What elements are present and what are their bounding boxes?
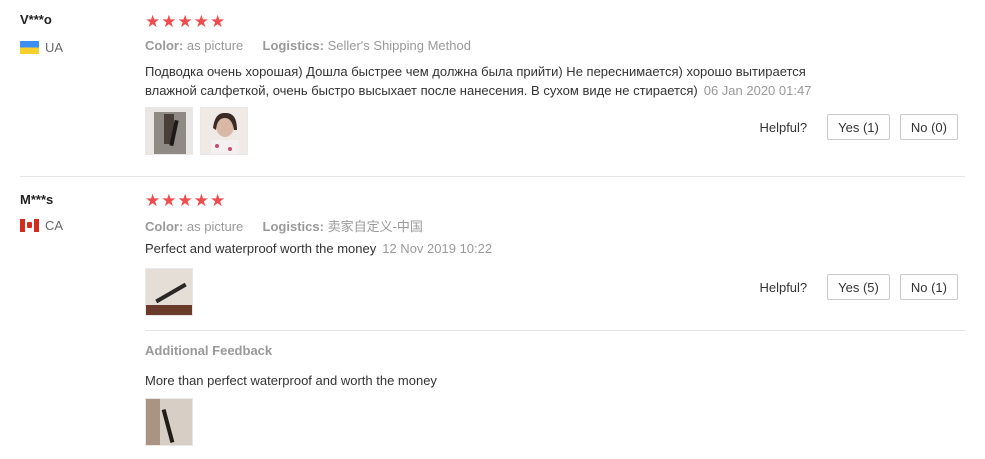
- review-photo-thumbnail[interactable]: [145, 398, 193, 446]
- review-photo-thumbnail[interactable]: [200, 107, 248, 155]
- helpful-no-button[interactable]: No (0): [899, 114, 958, 140]
- review-text-line: Perfect and waterproof worth the money: [145, 241, 377, 256]
- helpful-label: Helpful?: [759, 279, 808, 295]
- logistics-label: Logistics:: [262, 219, 324, 234]
- reviewer-country: CA: [20, 218, 63, 233]
- helpful-yes-button[interactable]: Yes (5): [827, 274, 890, 300]
- helpful-label: Helpful?: [759, 119, 808, 135]
- additional-feedback-divider: [145, 330, 965, 331]
- color-label: Color:: [145, 219, 184, 234]
- additional-feedback-title: Additional Feedback: [145, 343, 273, 358]
- review-photo-thumbnail[interactable]: [145, 107, 193, 155]
- country-code: UA: [45, 40, 64, 55]
- review-date: 12 Nov 2019 10:22: [382, 241, 493, 256]
- review-photo-thumbnail[interactable]: [145, 268, 193, 316]
- reviewer-name: V***o: [20, 12, 52, 27]
- country-code: CA: [45, 218, 64, 233]
- canada-flag-icon: [20, 219, 39, 232]
- review-meta: Color: as picture Logistics: 卖家自定义-中国: [145, 216, 423, 235]
- helpful-section: Helpful? Yes (1) No (0): [759, 114, 958, 140]
- additional-feedback-text: More than perfect waterproof and worth t…: [145, 373, 437, 388]
- review-divider: [20, 176, 965, 177]
- review-date: 06 Jan 2020 01:47: [703, 83, 812, 98]
- helpful-yes-button[interactable]: Yes (1): [827, 114, 890, 140]
- logistics-value: Seller's Shipping Method: [327, 38, 471, 53]
- star-rating: ★★★★★: [145, 191, 227, 210]
- review-text-line: влажной салфеткой, очень быстро высыхает…: [145, 83, 698, 98]
- ukraine-flag-icon: [20, 41, 39, 54]
- color-value: as picture: [186, 38, 244, 53]
- reviewer-name: M***s: [20, 192, 54, 207]
- helpful-no-button[interactable]: No (1): [899, 274, 958, 300]
- star-rating: ★★★★★: [145, 12, 227, 31]
- logistics-label: Logistics:: [262, 38, 324, 53]
- review-text: Perfect and waterproof worth the money 12…: [145, 239, 865, 258]
- review-meta: Color: as picture Logistics: Seller's Sh…: [145, 38, 471, 53]
- color-label: Color:: [145, 38, 184, 53]
- logistics-value: 卖家自定义-中国: [327, 219, 423, 234]
- review-text: Подводка очень хорошая) Дошла быстрее че…: [145, 62, 865, 100]
- reviewer-country: UA: [20, 40, 63, 55]
- color-value: as picture: [186, 219, 244, 234]
- helpful-section: Helpful? Yes (5) No (1): [759, 274, 958, 300]
- review-text-line: Подводка очень хорошая) Дошла быстрее че…: [145, 64, 806, 79]
